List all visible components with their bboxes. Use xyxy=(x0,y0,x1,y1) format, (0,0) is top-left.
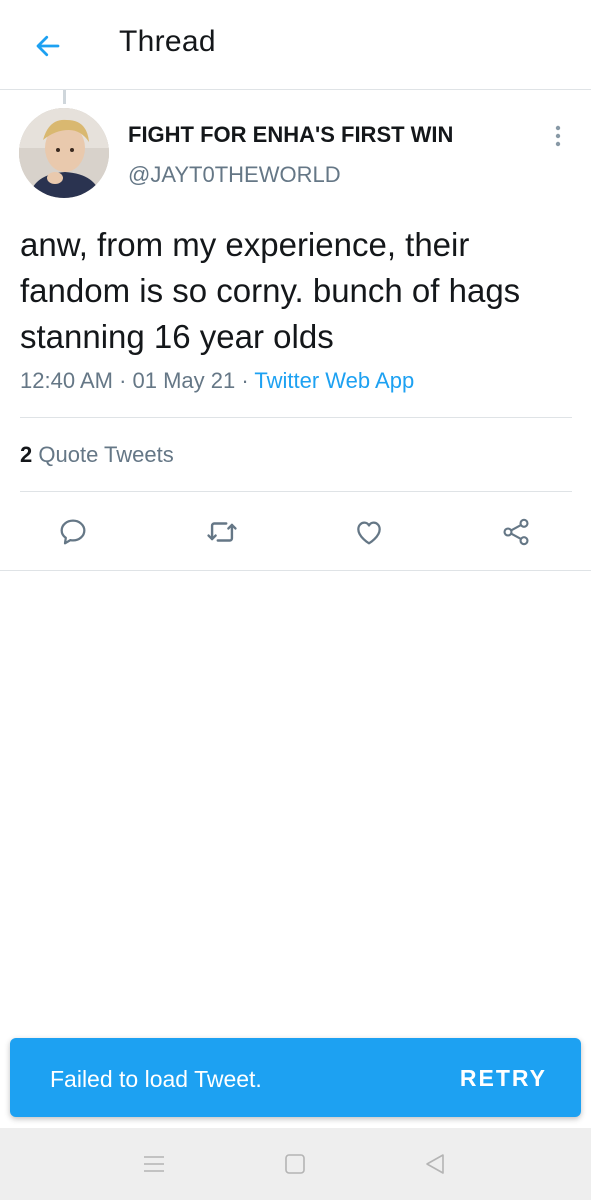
app-header: Thread xyxy=(0,0,591,90)
more-options-button[interactable] xyxy=(546,120,570,152)
retweet-button[interactable] xyxy=(202,512,242,552)
tweet-time: 12:40 AM xyxy=(20,368,113,393)
user-handle[interactable]: @JAYT0THEWORLD xyxy=(128,162,341,188)
tweet-text: anw, from my experience, their fandom is… xyxy=(20,226,521,355)
toast-message: Failed to load Tweet. xyxy=(50,1066,262,1092)
error-toast: Failed to load Tweet. RETRY xyxy=(10,1038,581,1117)
arrow-left-icon xyxy=(36,35,60,57)
more-vertical-icon xyxy=(555,125,561,147)
page-title: Thread xyxy=(119,25,216,58)
divider xyxy=(0,570,591,571)
square-icon xyxy=(285,1154,305,1174)
reply-icon xyxy=(60,519,86,545)
meta-separator: · xyxy=(112,368,133,393)
like-button[interactable] xyxy=(349,512,389,552)
divider xyxy=(20,491,572,492)
home-button[interactable] xyxy=(277,1146,313,1182)
retweet-icon xyxy=(207,522,237,542)
share-button[interactable] xyxy=(496,512,536,552)
menu-icon xyxy=(144,1156,164,1172)
meta-separator: · xyxy=(235,368,255,393)
recents-button[interactable] xyxy=(136,1146,172,1182)
tweet-meta: 12:40 AM · 01 May 21 · Twitter Web App xyxy=(20,368,414,394)
avatar[interactable] xyxy=(19,108,109,198)
tweet-date: 01 May 21 xyxy=(132,368,236,393)
thread-connector-line xyxy=(63,90,66,104)
quote-tweets-link[interactable]: 2 Quote Tweets xyxy=(20,442,174,468)
like-icon xyxy=(357,521,381,545)
display-name[interactable]: FIGHT FOR ENHA'S FIRST WIN xyxy=(128,122,453,148)
retry-button[interactable]: RETRY xyxy=(460,1065,547,1092)
system-navigation-bar xyxy=(0,1128,591,1200)
triangle-back-icon xyxy=(426,1154,444,1174)
quote-label: Quote Tweets xyxy=(38,442,174,467)
tweet-source-link[interactable]: Twitter Web App xyxy=(254,368,414,393)
quote-count: 2 xyxy=(20,442,33,467)
share-icon xyxy=(503,518,529,546)
reply-button[interactable] xyxy=(53,512,93,552)
avatar-image xyxy=(19,108,109,198)
back-nav-button[interactable] xyxy=(417,1146,453,1182)
back-button[interactable] xyxy=(28,26,68,66)
divider xyxy=(20,417,572,418)
